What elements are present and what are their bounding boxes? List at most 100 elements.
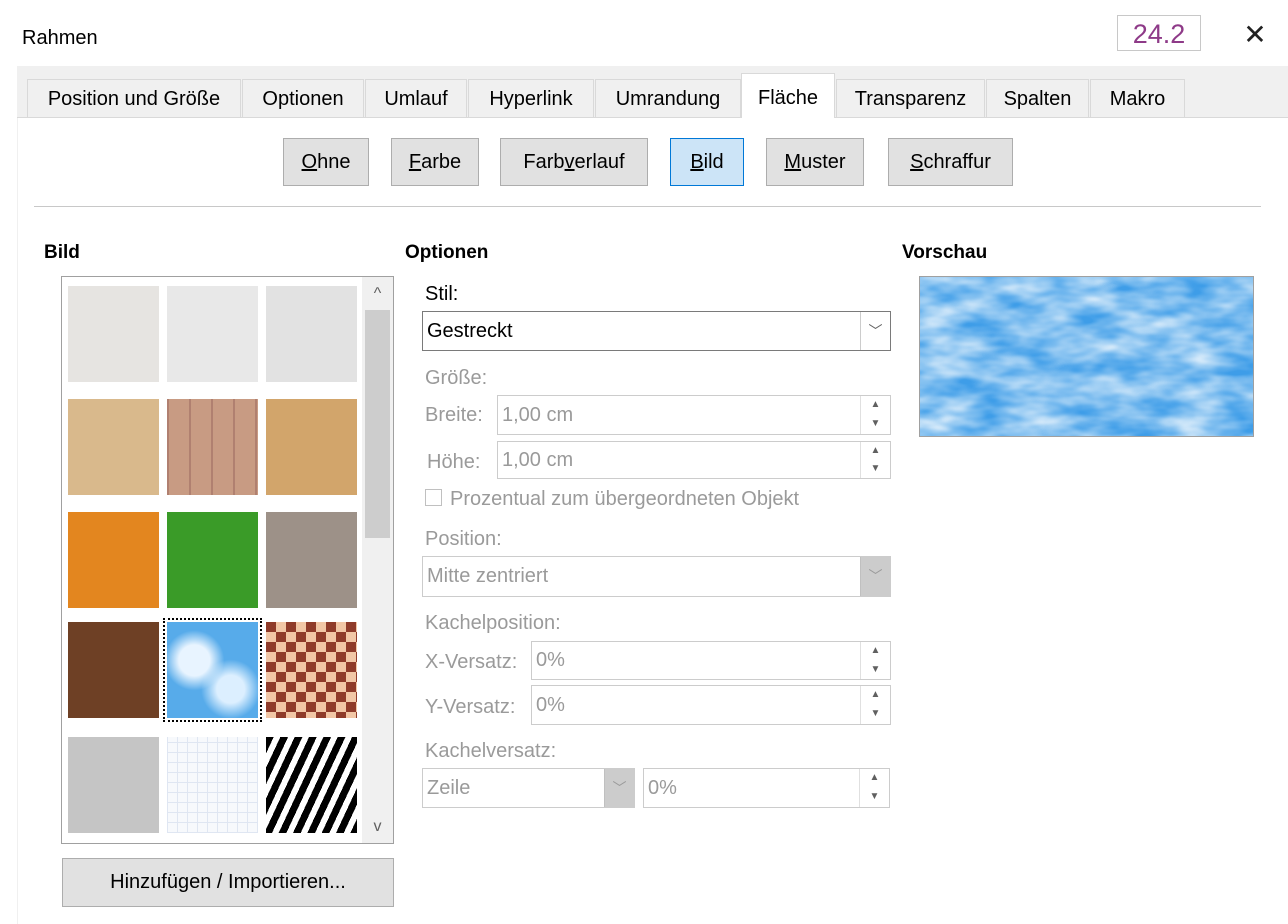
spin-down-icon[interactable]: ▼ [860,660,890,679]
fill-type-button-3[interactable]: Bild [670,138,744,186]
width-label: Breite: [425,404,483,426]
spin-up-icon[interactable]: ▲ [860,642,890,661]
x-offset-spinner[interactable]: ▲ ▼ [860,642,890,679]
style-label: Stil: [425,283,459,305]
bitmap-tile-paper-crumpled[interactable] [266,286,357,382]
chevron-up-icon[interactable]: ^ [362,279,393,309]
height-label: Höhe: [427,451,481,473]
chevron-down-icon: ﹀ [860,312,890,350]
bitmap-tile-concrete[interactable] [68,737,159,833]
button-label-part: ild [703,151,724,173]
fill-type-button-1[interactable]: Farbe [391,138,479,186]
bitmap-tile-maple-leaves[interactable] [68,512,159,608]
separator [34,206,1261,207]
bitmap-tile-mosaic[interactable] [266,622,357,718]
tile-offset-mode-value: Zeile [427,777,471,799]
bitmap-tile-painted-white[interactable] [68,286,159,382]
spin-down-icon[interactable]: ▼ [860,460,890,478]
bitmap-tile-paper-graph[interactable] [68,399,159,495]
title-bar [0,0,1288,66]
button-label-mnemonic: B [690,151,704,173]
spin-down-icon[interactable]: ▼ [860,705,890,724]
button-label-mnemonic: F [408,151,422,173]
y-offset-label: Y-Versatz: [425,696,516,718]
x-offset-value: 0% [536,649,565,671]
position-dropdown[interactable]: Mitte zentriert ﹀ [422,556,891,597]
tab-0[interactable]: Position und Größe [27,79,241,117]
tab-7[interactable]: Spalten [986,79,1089,117]
x-offset-field[interactable]: 0% ▲ ▼ [531,641,891,680]
tile-offset-spinner[interactable]: ▲ ▼ [859,769,889,807]
bitmap-tile-sky[interactable] [163,618,262,722]
tab-4[interactable]: Umrandung [595,79,741,117]
size-label: Größe: [425,367,488,389]
bitmap-tile-cardboard[interactable] [266,399,357,495]
button-label-mnemonic: M [784,151,802,173]
fill-type-button-4[interactable]: Muster [766,138,864,186]
button-label-part: Farb [523,151,565,173]
relative-checkbox[interactable] [425,489,442,506]
tile-offset-label: Kachelversatz: [425,740,557,762]
width-spinner[interactable]: ▲ ▼ [860,396,890,434]
preview-section-header: Vorschau [902,242,988,263]
tile-offset-field[interactable]: 0% ▲ ▼ [643,768,890,808]
spin-up-icon[interactable]: ▲ [860,442,890,460]
button-label-mnemonic: S [910,151,924,173]
tile-offset-mode-dropdown[interactable]: Zeile ﹀ [422,768,635,808]
tab-3[interactable]: Hyperlink [468,79,594,117]
spin-down-icon[interactable]: ▼ [860,415,890,434]
button-label-mnemonic: O [301,151,318,173]
chevron-down-icon[interactable]: v [362,812,393,842]
height-field[interactable]: 1,00 cm ▲ ▼ [497,441,891,479]
chevron-down-icon: ﹀ [604,769,634,807]
close-icon[interactable]: ✕ [1240,20,1270,50]
y-offset-field[interactable]: 0% ▲ ▼ [531,685,891,725]
preview-image [920,277,1253,436]
y-offset-spinner[interactable]: ▲ ▼ [860,686,890,724]
position-label: Position: [425,528,502,550]
bitmap-section-header: Bild [44,242,80,263]
style-dropdown[interactable]: Gestreckt ﹀ [422,311,891,351]
button-label-part: erlauf [574,151,625,173]
button-label-part: hne [317,151,351,173]
tab-1[interactable]: Optionen [242,79,364,117]
position-value: Mitte zentriert [427,565,549,587]
tab-2[interactable]: Umlauf [365,79,467,117]
import-button[interactable]: Hinzufügen / Importieren... [62,858,394,907]
button-label-mnemonic: v [564,151,575,173]
fill-type-button-5[interactable]: Schraffur [888,138,1013,186]
tab-5[interactable]: Fläche [741,73,835,118]
options-section-header: Optionen [405,242,489,263]
bitmap-tile-paper-texture[interactable] [167,286,258,382]
tab-8[interactable]: Makro [1090,79,1185,117]
y-offset-value: 0% [536,694,565,716]
tile-position-label: Kachelposition: [425,612,561,634]
width-field[interactable]: 1,00 cm ▲ ▼ [497,395,891,435]
gallery-scrollbar-thumb[interactable] [365,310,390,538]
dialog-title: Rahmen [22,27,98,49]
button-label-part: uster [801,151,846,173]
bitmap-tile-lawn[interactable] [167,512,258,608]
bitmap-tile-zebra[interactable] [266,737,357,833]
preview-area [919,276,1254,437]
spin-up-icon[interactable]: ▲ [860,686,890,705]
height-spinner[interactable]: ▲ ▼ [860,442,890,478]
style-value: Gestreckt [427,320,513,342]
spin-down-icon[interactable]: ▼ [859,788,889,807]
spin-up-icon[interactable]: ▲ [859,769,889,788]
bitmap-tile-pebbles[interactable] [266,512,357,608]
x-offset-label: X-Versatz: [425,651,518,673]
bitmap-tile-grid-paper[interactable] [167,737,258,833]
bitmap-gallery[interactable] [61,276,394,844]
tab-6[interactable]: Transparenz [836,79,985,117]
bitmap-tile-wooden-fence[interactable] [167,399,258,495]
button-label-part: chraffur [923,151,991,173]
fill-type-button-0[interactable]: Ohne [283,138,369,186]
width-value: 1,00 cm [502,404,574,426]
bitmap-tile-coffee-beans[interactable] [68,622,159,718]
version-badge: 24.2 [1117,15,1201,51]
spin-up-icon[interactable]: ▲ [860,396,890,415]
fill-type-button-2[interactable]: Farbverlauf [500,138,648,186]
button-label-part: arbe [421,151,462,173]
height-value: 1,00 cm [502,449,574,471]
